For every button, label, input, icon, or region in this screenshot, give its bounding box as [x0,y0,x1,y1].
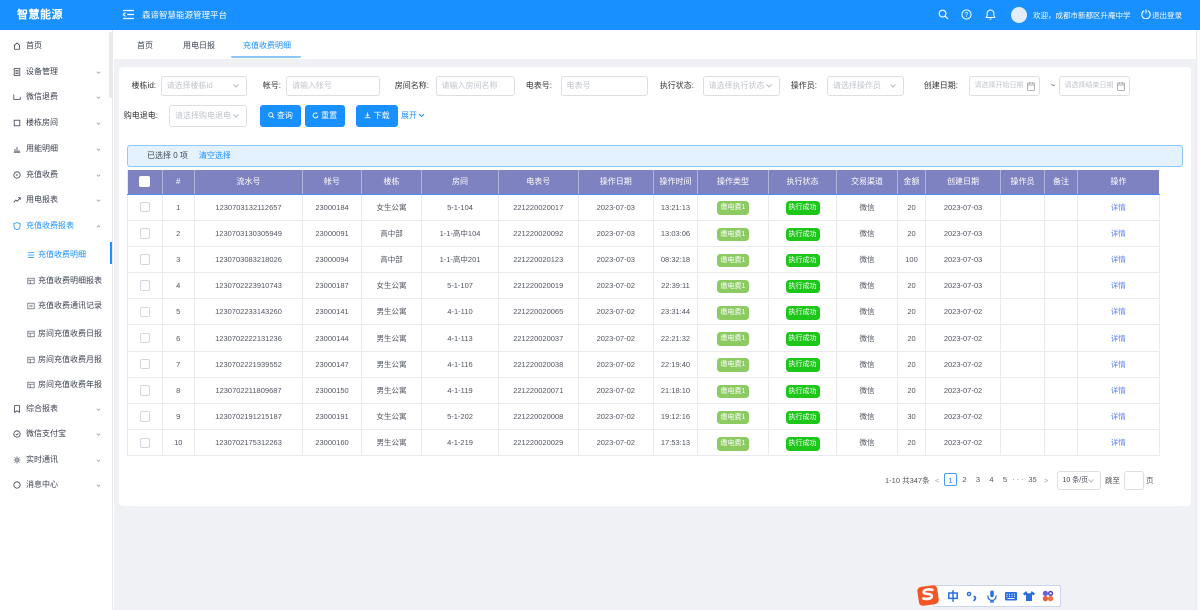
svg-text:?: ? [965,12,969,19]
